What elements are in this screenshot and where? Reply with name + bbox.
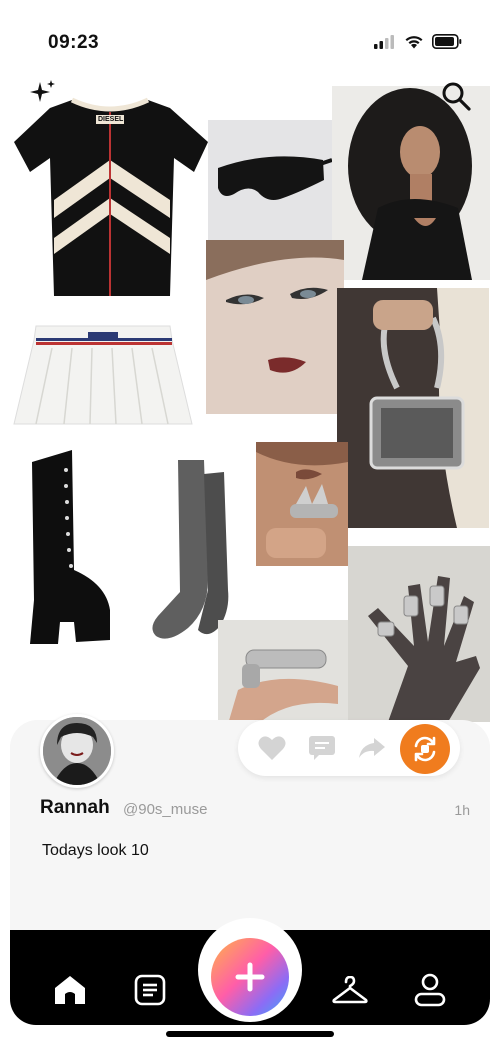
status-bar: 09:23 [0, 0, 500, 80]
wifi-icon [405, 36, 423, 49]
lace-up-platform-boots[interactable] [26, 450, 116, 650]
hanger-icon [332, 976, 368, 1004]
status-icons [374, 34, 462, 49]
signal-icon [374, 34, 394, 49]
nav-feed[interactable] [132, 972, 168, 1008]
battery-icon [432, 34, 462, 49]
share-button[interactable] [356, 732, 388, 764]
winged-eyeliner-face-photo[interactable] [206, 240, 344, 414]
heart-icon [258, 736, 286, 760]
silver-box-handbag-photo[interactable] [337, 288, 489, 528]
share-icon [359, 738, 385, 758]
nav-profile[interactable] [412, 972, 448, 1008]
like-button[interactable] [256, 732, 288, 764]
post-caption: Todays look 10 [42, 842, 149, 859]
black-diesel-tshirt[interactable]: DIESEL [10, 90, 210, 300]
post-username[interactable]: Rannah [40, 797, 110, 819]
plus-icon [235, 962, 265, 992]
comment-button[interactable] [306, 732, 338, 764]
post-time-ago: 1h [454, 802, 470, 818]
feed-icon [134, 974, 166, 1006]
profile-icon [414, 973, 446, 1007]
silver-armor-rings-hand-photo[interactable] [348, 546, 490, 722]
avatar[interactable] [40, 714, 114, 788]
search-icon[interactable] [440, 80, 472, 112]
tshirt-brand-label: DIESEL [98, 116, 124, 123]
status-time: 09:23 [48, 32, 100, 53]
nav-wardrobe[interactable] [332, 972, 368, 1008]
remix-icon [414, 736, 436, 762]
comment-icon [309, 736, 335, 760]
remix-button[interactable] [400, 724, 450, 774]
curly-hair-model-photo[interactable] [332, 86, 490, 280]
grey-knee-socks[interactable] [148, 460, 232, 646]
post-handle[interactable]: @90s_muse [123, 801, 207, 818]
home-icon [55, 976, 85, 1004]
armor-ring-finger-photo[interactable] [218, 620, 348, 724]
nav-home[interactable] [52, 972, 88, 1008]
white-pleated-miniskirt[interactable] [12, 324, 194, 428]
sparkle-icon[interactable] [30, 80, 56, 106]
create-post-button[interactable] [211, 938, 289, 1016]
black-wrap-sunglasses[interactable] [208, 120, 333, 240]
outfit-collage: DIESEL [0, 80, 500, 730]
home-indicator [166, 1031, 334, 1037]
spike-ring-photo[interactable] [256, 442, 348, 566]
